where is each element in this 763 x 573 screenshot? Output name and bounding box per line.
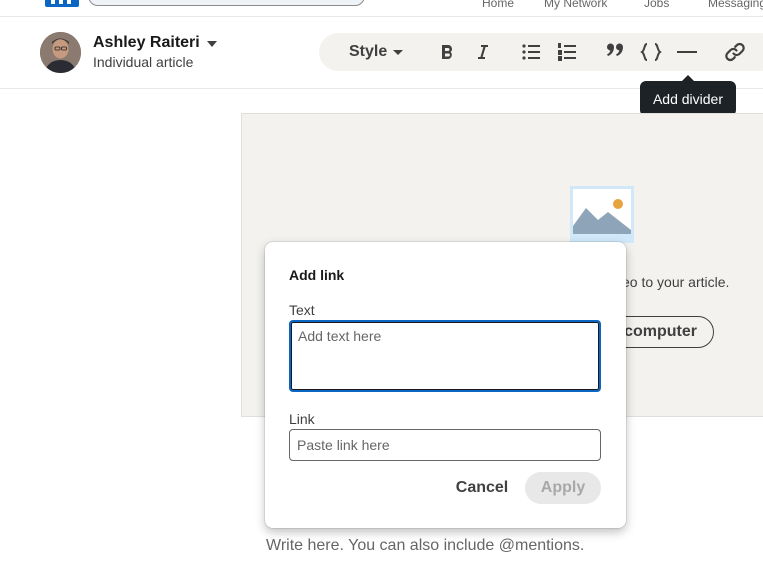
article-body-placeholder[interactable]: Write here. You can also include @mentio… bbox=[266, 537, 584, 555]
nav-messaging[interactable]: Messaging bbox=[708, 0, 763, 10]
link-field-label: Link bbox=[289, 411, 315, 427]
nav-jobs[interactable]: Jobs bbox=[644, 0, 669, 10]
avatar bbox=[40, 32, 81, 73]
code-block-icon[interactable] bbox=[639, 33, 663, 71]
image-placeholder-icon bbox=[570, 186, 634, 243]
tooltip-add-divider: Add divider bbox=[640, 75, 736, 116]
bulleted-list-icon[interactable] bbox=[519, 33, 543, 71]
nav-my-network[interactable]: My Network bbox=[544, 0, 607, 10]
editor-header: Ashley Raiteri Individual article Style bbox=[0, 17, 763, 89]
style-label: Style bbox=[349, 43, 388, 60]
quote-icon[interactable] bbox=[603, 33, 627, 71]
bold-icon[interactable] bbox=[435, 33, 459, 71]
link-url-input[interactable] bbox=[289, 429, 601, 461]
search-input[interactable] bbox=[88, 0, 365, 6]
nav-home[interactable]: Home bbox=[482, 0, 514, 10]
divider-icon[interactable] bbox=[675, 33, 699, 71]
style-dropdown[interactable]: Style bbox=[349, 33, 404, 71]
author-name[interactable]: Ashley Raiteri bbox=[93, 34, 200, 52]
tooltip-text: Add divider bbox=[652, 90, 724, 107]
author-dropdown-icon[interactable] bbox=[207, 41, 217, 47]
link-icon[interactable] bbox=[723, 33, 747, 71]
formatting-toolbar: Style bbox=[319, 33, 763, 71]
linkedin-logo[interactable] bbox=[45, 0, 79, 7]
dialog-title: Add link bbox=[289, 267, 345, 283]
global-nav: Home My Network Jobs Messaging bbox=[0, 0, 763, 17]
cancel-button[interactable]: Cancel bbox=[447, 472, 517, 504]
link-text-input[interactable] bbox=[289, 320, 601, 392]
article-type: Individual article bbox=[93, 54, 194, 70]
cover-instructions: eo to your article. bbox=[622, 274, 730, 290]
numbered-list-icon[interactable] bbox=[555, 33, 579, 71]
italic-icon[interactable] bbox=[471, 33, 495, 71]
chevron-down-icon bbox=[393, 49, 404, 55]
add-link-dialog: Add link Text Link Cancel Apply bbox=[265, 242, 626, 528]
text-field-label: Text bbox=[289, 302, 315, 318]
apply-button[interactable]: Apply bbox=[525, 472, 601, 504]
upload-button-label: computer bbox=[624, 323, 697, 340]
